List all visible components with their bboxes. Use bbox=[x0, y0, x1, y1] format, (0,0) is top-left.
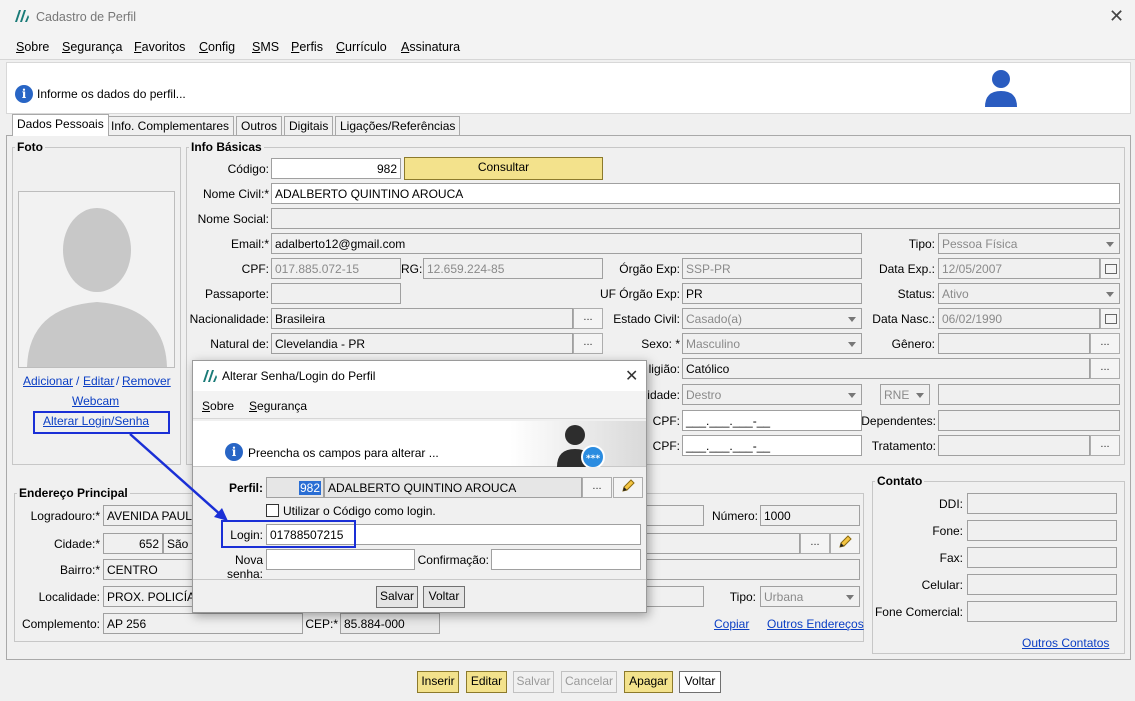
annotation-arrow bbox=[129, 433, 228, 521]
